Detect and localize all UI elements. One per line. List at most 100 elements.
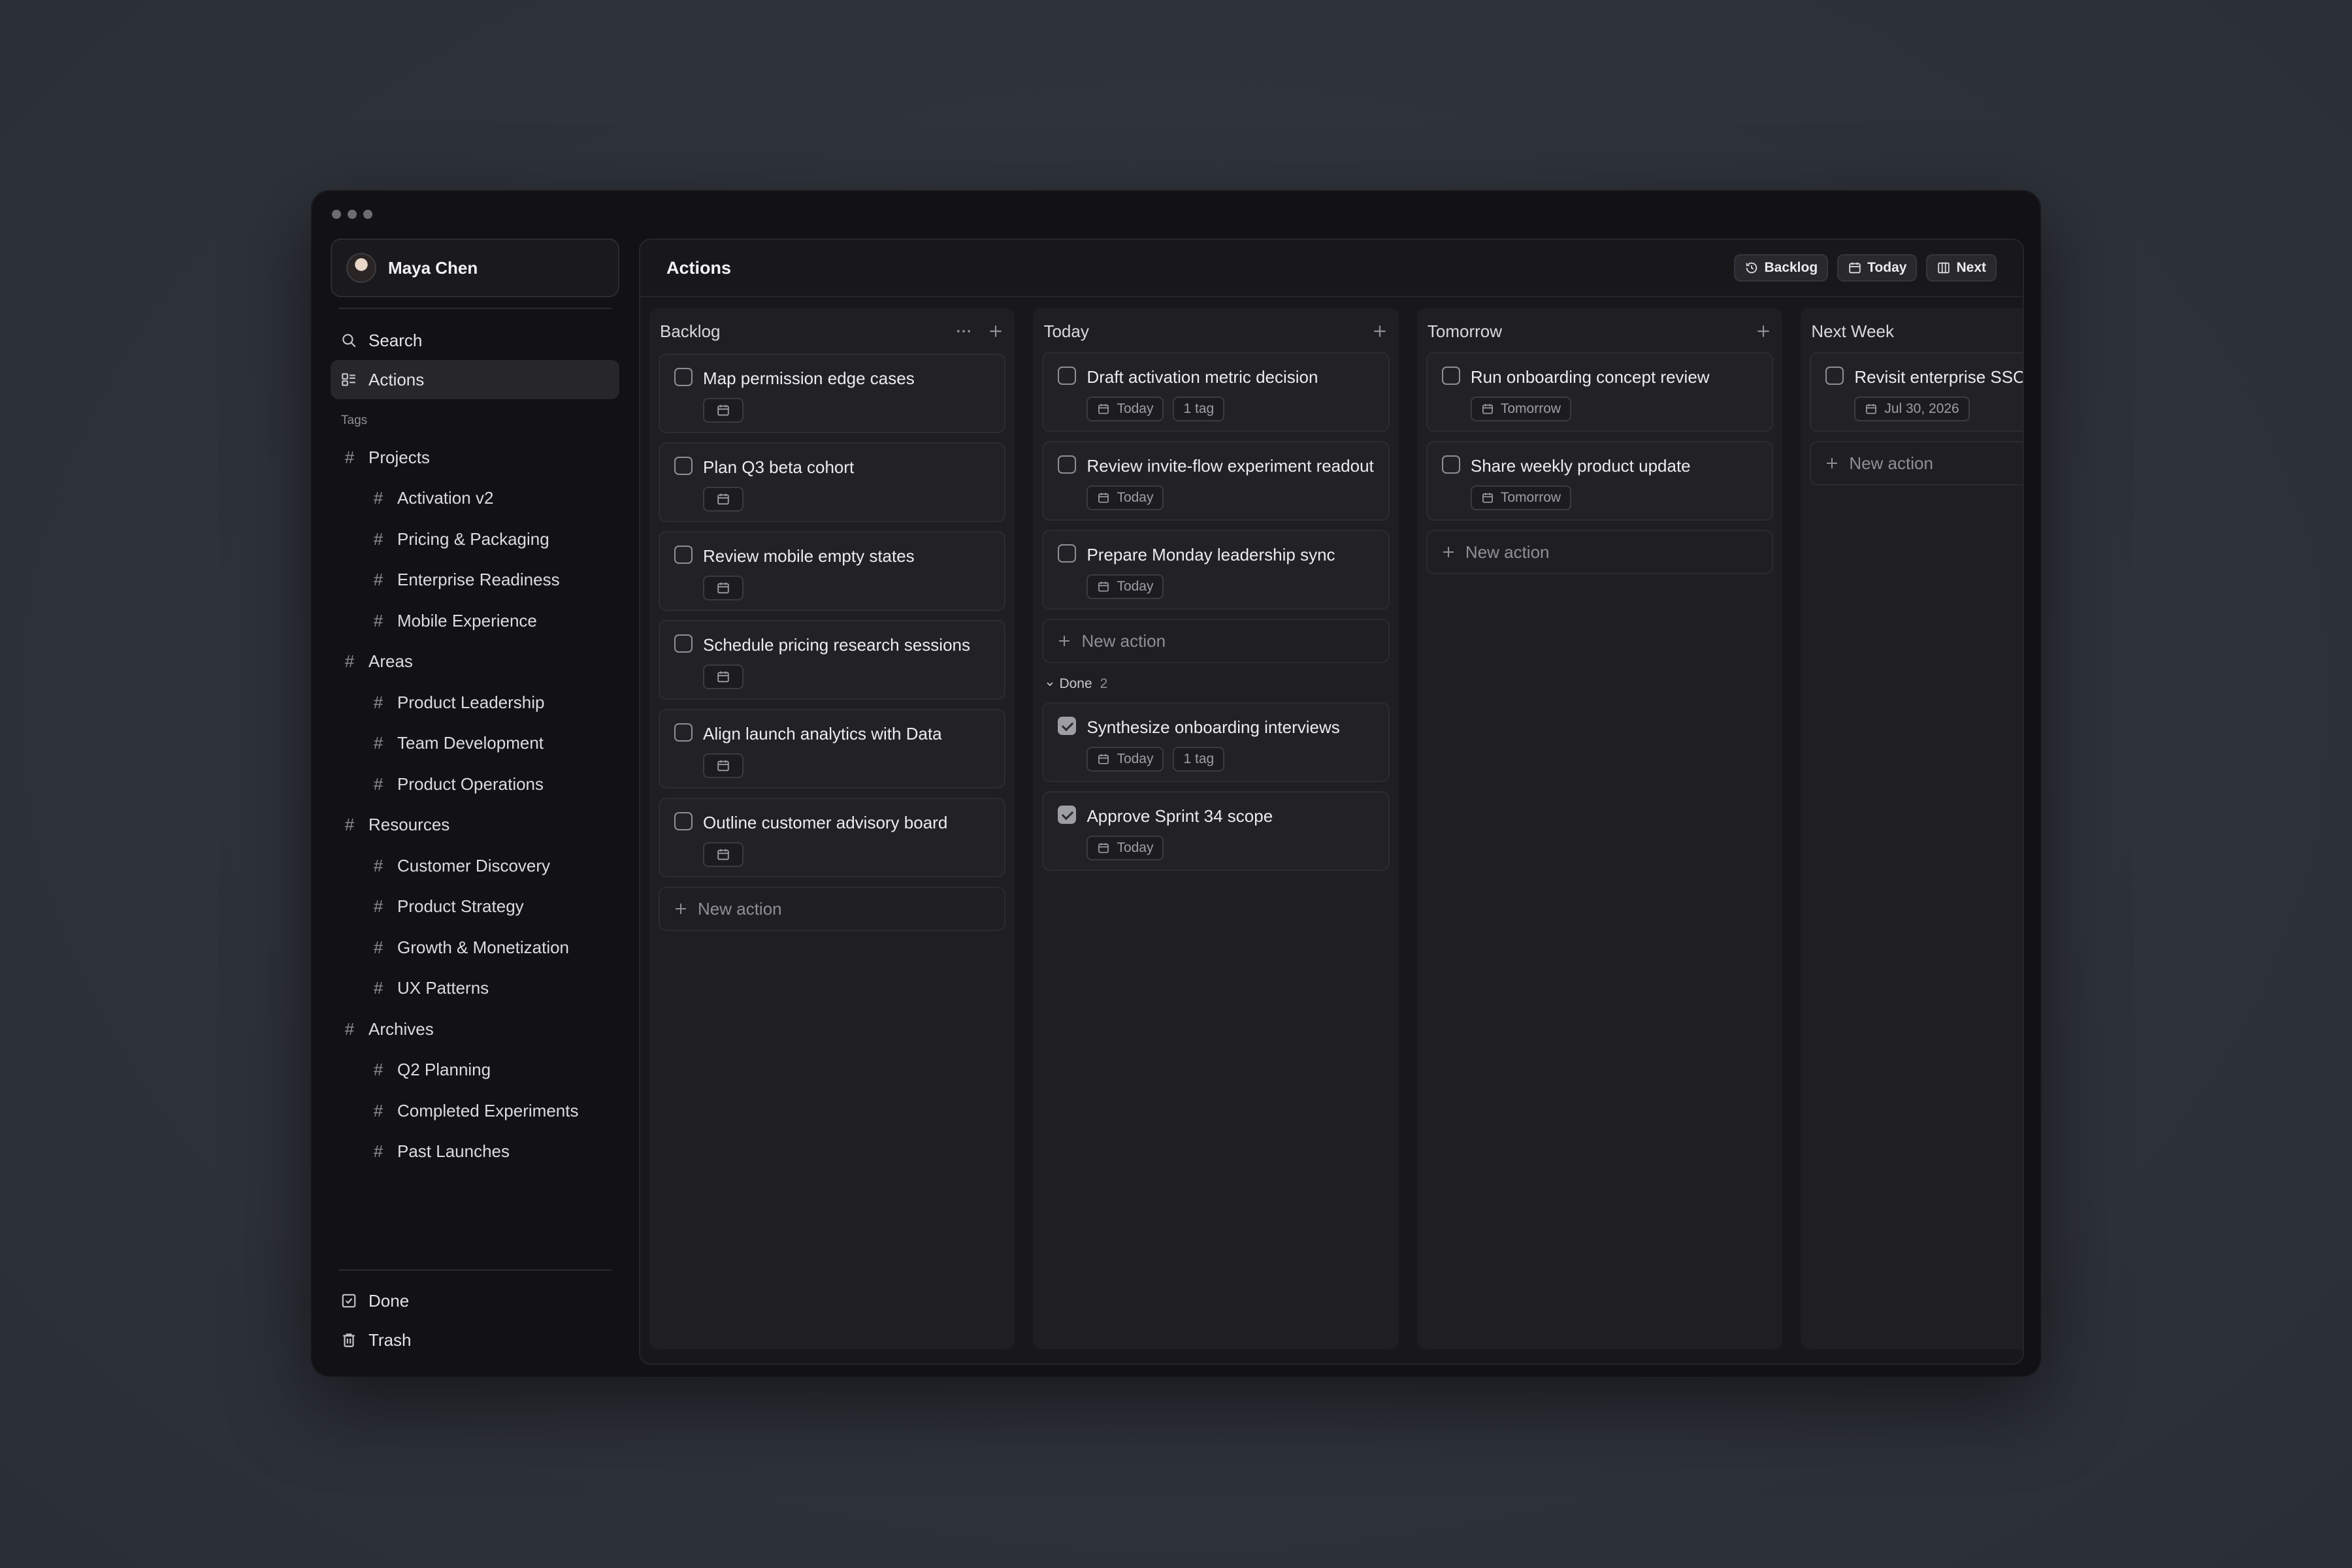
date-chip[interactable]: Jul 30, 2026 <box>1854 397 1970 421</box>
done-section-toggle[interactable]: Done 2 <box>1042 663 1389 702</box>
tag-activation-v2[interactable]: # Activation v2 <box>331 478 619 519</box>
nav-trash[interactable]: Trash <box>331 1320 619 1360</box>
tag-team-development[interactable]: # Team Development <box>331 723 619 764</box>
card-row: Revisit enterprise SSO <box>1825 365 2023 389</box>
date-chip[interactable] <box>703 576 743 600</box>
add-icon[interactable] <box>1371 323 1388 340</box>
action-card[interactable]: Review invite-flow experiment readout To… <box>1042 441 1390 521</box>
card-checkbox-checked[interactable] <box>1058 717 1077 735</box>
date-chip[interactable]: Today <box>1086 836 1164 860</box>
column-header: Today <box>1042 314 1389 348</box>
date-chip[interactable]: Tomorrow <box>1470 485 1572 510</box>
tag-archives[interactable]: # Archives <box>331 1009 619 1050</box>
card-row: Plan Q3 beta cohort <box>674 455 990 479</box>
card-checkbox[interactable] <box>1058 544 1077 563</box>
tag-areas[interactable]: # Areas <box>331 642 619 683</box>
card-checkbox[interactable] <box>1058 367 1077 385</box>
date-chip[interactable]: Today <box>1086 485 1164 510</box>
action-card[interactable]: Align launch analytics with Data <box>659 709 1006 789</box>
card-title: Outline customer advisory board <box>703 813 948 832</box>
tag-chip[interactable]: 1 tag <box>1173 397 1225 421</box>
tag-product-strategy[interactable]: # Product Strategy <box>331 887 619 928</box>
calendar-icon <box>1481 402 1494 416</box>
tag-chip[interactable]: 1 tag <box>1173 747 1225 772</box>
tag-product-leadership[interactable]: # Product Leadership <box>331 682 619 723</box>
date-chip-label: Tomorrow <box>1500 401 1561 416</box>
tag-ux-patterns[interactable]: # UX Patterns <box>331 968 619 1009</box>
card-title: Run onboarding concept review <box>1470 367 1710 387</box>
hash-icon: # <box>373 610 384 630</box>
action-card[interactable]: Revisit enterprise SSO Jul 30, 2026 <box>1810 352 2023 432</box>
card-checkbox[interactable] <box>1441 367 1460 385</box>
more-icon[interactable] <box>955 322 973 340</box>
nav-actions[interactable]: Actions <box>331 360 619 399</box>
date-chip[interactable] <box>703 753 743 778</box>
hash-icon: # <box>373 855 384 875</box>
profile-switcher[interactable]: Maya Chen <box>331 238 619 297</box>
done-section-label: Done <box>1059 676 1092 691</box>
view-backlog-button[interactable]: Backlog <box>1734 254 1829 282</box>
tag-growth-monetization[interactable]: # Growth & Monetization <box>331 927 619 968</box>
calendar-icon <box>1097 402 1110 416</box>
view-today-button[interactable]: Today <box>1837 254 1918 282</box>
card-checkbox[interactable] <box>1441 455 1460 474</box>
tag-customer-discovery[interactable]: # Customer Discovery <box>331 845 619 887</box>
date-chip[interactable]: Tomorrow <box>1470 397 1572 421</box>
card-checkbox[interactable] <box>674 368 693 386</box>
date-chip[interactable]: Today <box>1086 747 1164 772</box>
tag-q2-planning[interactable]: # Q2 Planning <box>331 1050 619 1091</box>
date-chip[interactable] <box>703 842 743 867</box>
column-title: Backlog <box>660 321 721 341</box>
card-checkbox[interactable] <box>1058 455 1077 474</box>
card-checkbox[interactable] <box>1825 367 1844 385</box>
card-checkbox[interactable] <box>674 812 693 830</box>
avatar <box>346 253 376 283</box>
card-checkbox[interactable] <box>674 457 693 475</box>
tag-product-operations[interactable]: # Product Operations <box>331 764 619 805</box>
action-card[interactable]: Outline customer advisory board <box>659 798 1006 877</box>
action-card[interactable]: Run onboarding concept review Tomorrow <box>1426 352 1774 432</box>
window-dot-1[interactable] <box>332 210 341 219</box>
action-card[interactable]: Plan Q3 beta cohort <box>659 442 1006 522</box>
add-icon[interactable] <box>1755 323 1772 340</box>
card-checkbox-checked[interactable] <box>1058 806 1077 824</box>
action-card[interactable]: Map permission edge cases <box>659 353 1006 433</box>
card-checkbox[interactable] <box>674 723 693 742</box>
add-icon[interactable] <box>987 323 1004 340</box>
action-card-done[interactable]: Synthesize onboarding interviews Today 1… <box>1042 702 1390 782</box>
card-checkbox[interactable] <box>674 546 693 564</box>
tag-completed-experiments[interactable]: # Completed Experiments <box>331 1090 619 1132</box>
date-chip[interactable] <box>703 487 743 512</box>
tag-pricing-packaging[interactable]: # Pricing & Packaging <box>331 519 619 560</box>
window-dot-2[interactable] <box>348 210 357 219</box>
nav-search[interactable]: Search <box>331 321 619 360</box>
date-chip[interactable]: Today <box>1086 574 1164 599</box>
tag-past-launches[interactable]: # Past Launches <box>331 1132 619 1173</box>
calendar-icon <box>716 670 730 684</box>
action-card-done[interactable]: Approve Sprint 34 scope Today <box>1042 791 1390 871</box>
new-action-button[interactable]: New action <box>1810 441 2023 485</box>
action-card[interactable]: Share weekly product update Tomorrow <box>1426 441 1774 521</box>
action-card[interactable]: Draft activation metric decision Today 1… <box>1042 352 1390 432</box>
new-action-button[interactable]: New action <box>659 887 1006 931</box>
card-checkbox[interactable] <box>674 634 693 653</box>
date-chip[interactable] <box>703 664 743 689</box>
window-controls[interactable] <box>332 210 372 219</box>
view-next-button[interactable]: Next <box>1926 254 1997 282</box>
tag-mobile-experience[interactable]: # Mobile Experience <box>331 600 619 642</box>
new-action-button[interactable]: New action <box>1426 530 1774 574</box>
view-next-label: Next <box>1956 260 1986 275</box>
search-icon <box>340 331 358 350</box>
new-action-button[interactable]: New action <box>1042 619 1390 663</box>
action-card[interactable]: Prepare Monday leadership sync Today <box>1042 530 1390 610</box>
action-card[interactable]: Schedule pricing research sessions <box>659 620 1006 700</box>
tag-resources[interactable]: # Resources <box>331 805 619 846</box>
nav-done[interactable]: Done <box>331 1281 619 1320</box>
date-chip[interactable] <box>703 398 743 423</box>
tag-projects[interactable]: # Projects <box>331 437 619 478</box>
window-dot-3[interactable] <box>363 210 372 219</box>
tag-enterprise-readiness[interactable]: # Enterprise Readiness <box>331 560 619 601</box>
card-chips: Jul 30, 2026 <box>1854 397 2023 421</box>
date-chip[interactable]: Today <box>1086 397 1164 421</box>
action-card[interactable]: Review mobile empty states <box>659 531 1006 611</box>
